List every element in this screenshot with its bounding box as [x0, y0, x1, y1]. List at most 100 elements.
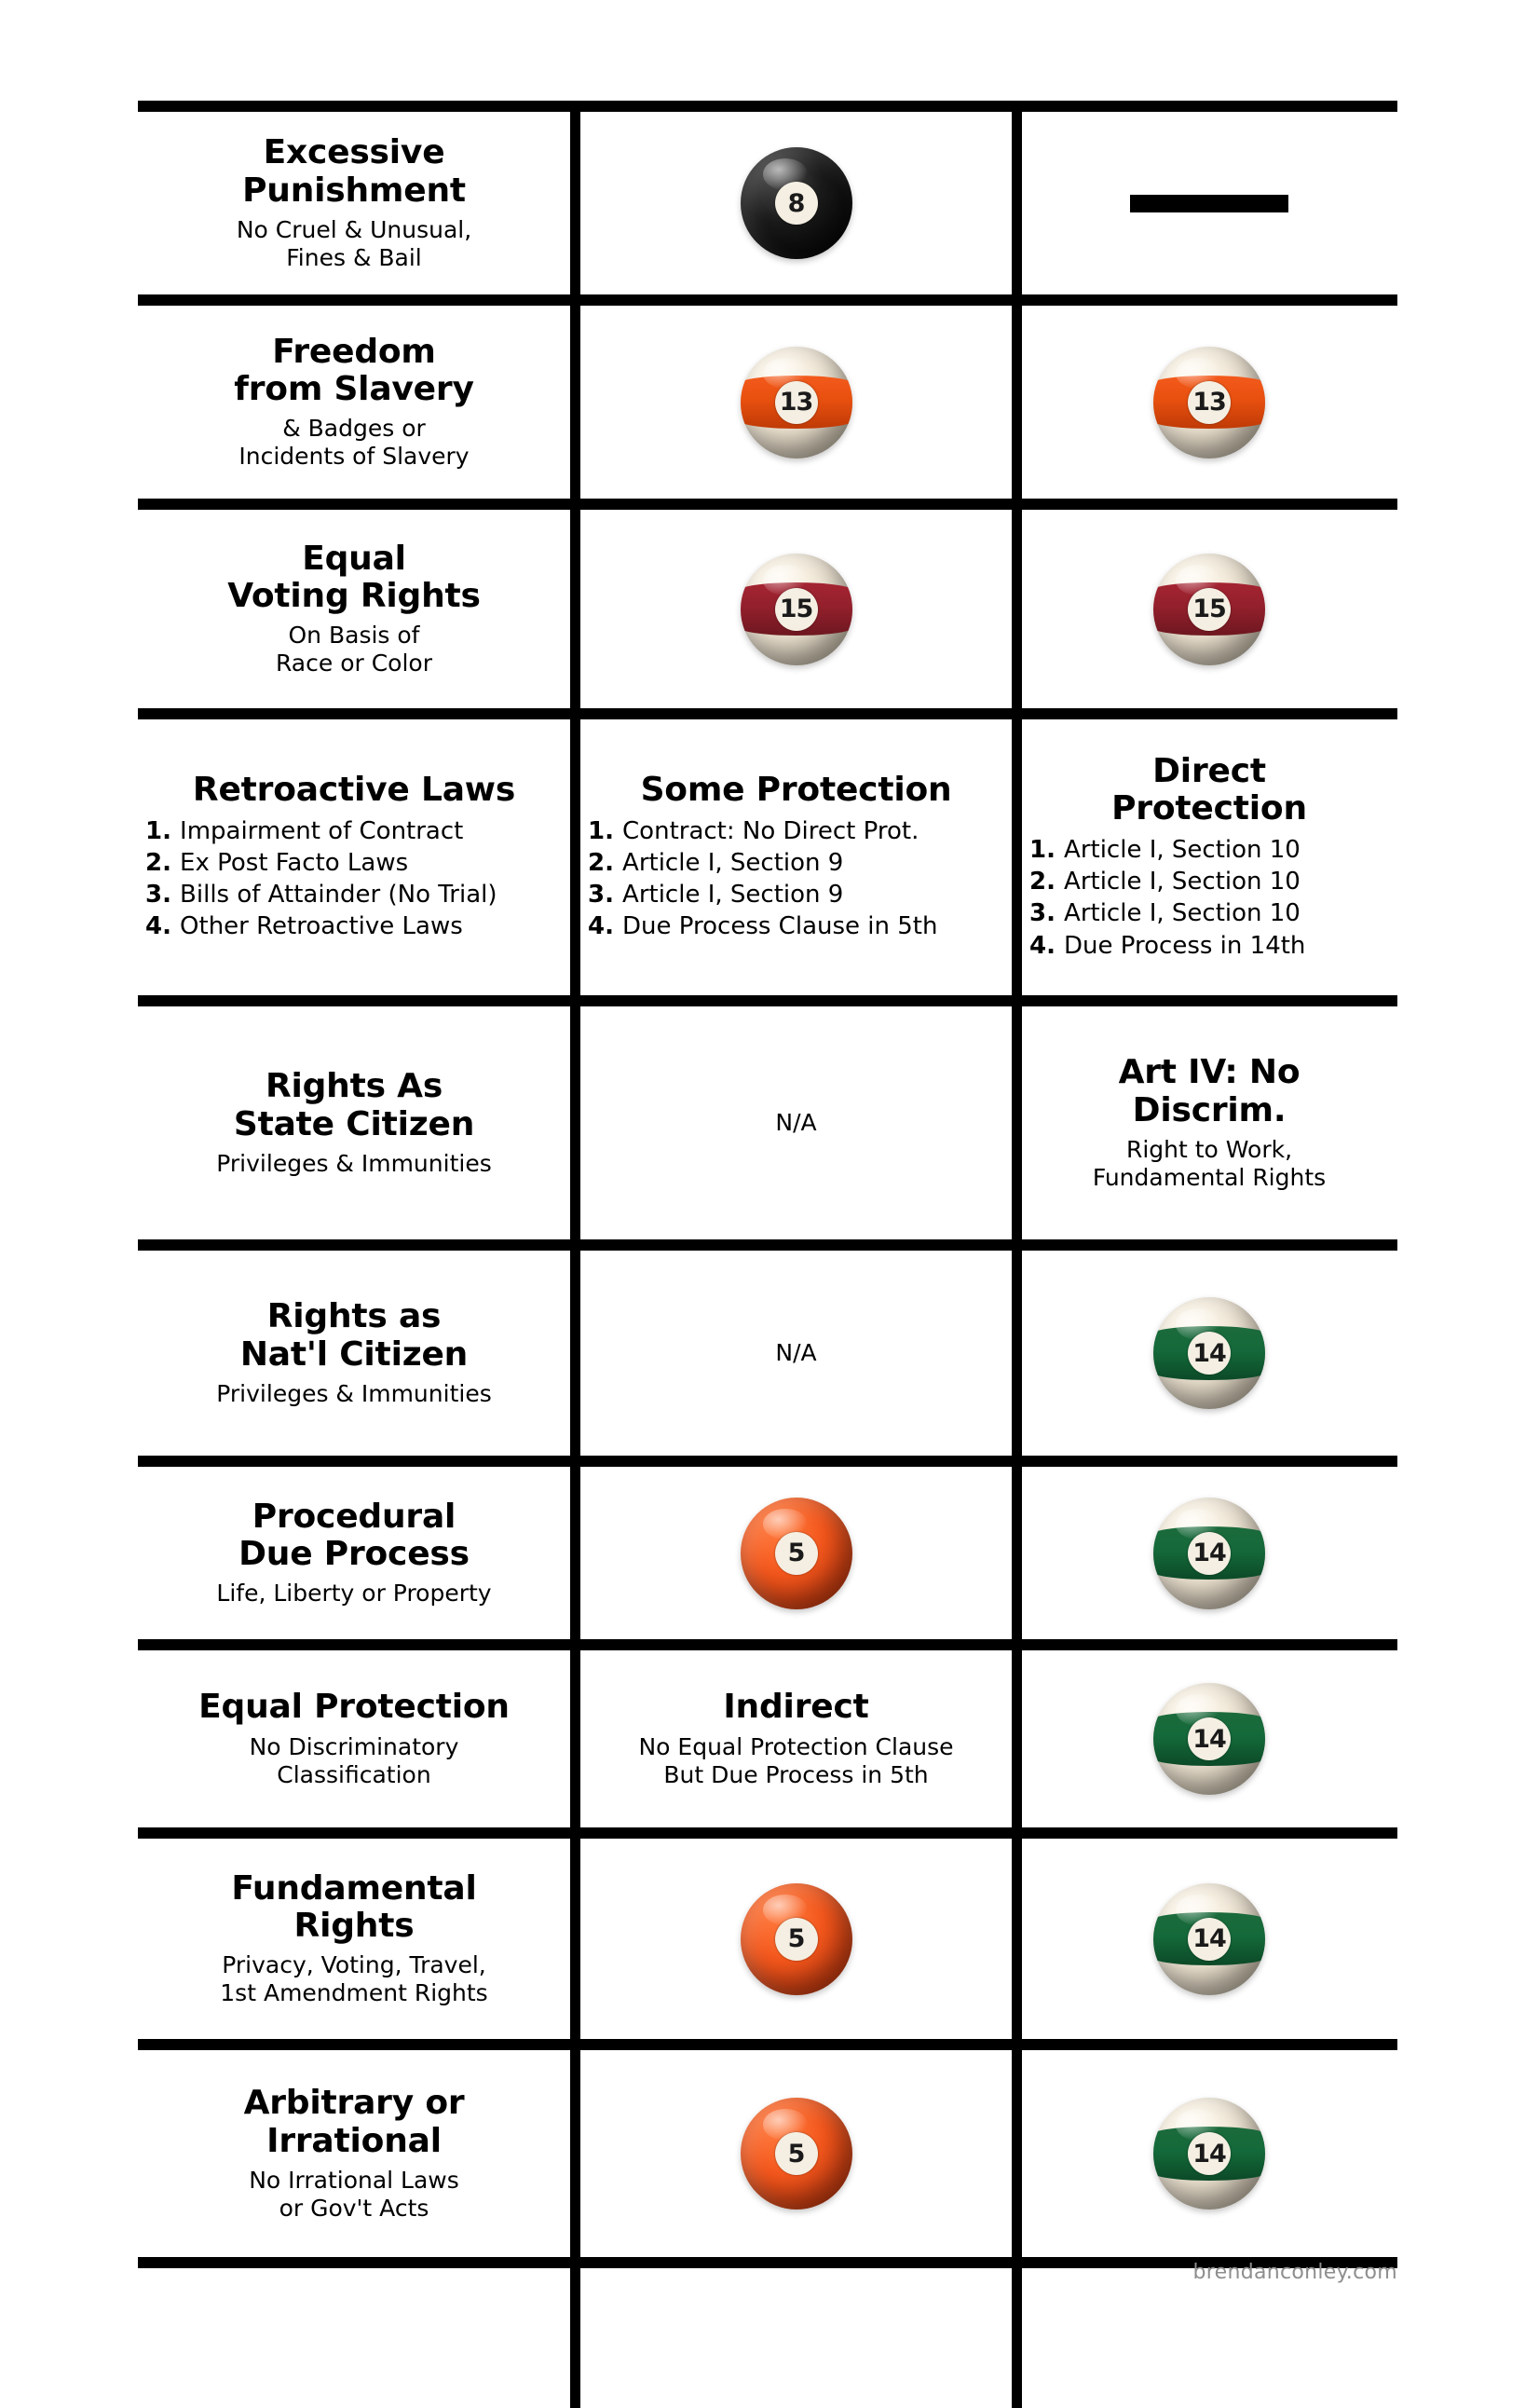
row-label-cell: Arbitrary or Irrational No Irrational Laws…	[138, 2050, 570, 2257]
row-label-cell: Freedom from Slavery & Badges or Incidents …	[138, 306, 570, 499]
billiard-ball-8-icon: 8	[740, 147, 852, 259]
cell-title: Excessive Punishment	[242, 133, 466, 210]
cell-title: Retroactive Laws	[192, 771, 516, 810]
middle-column-cell: Indirect No Equal Protection Clause But Du…	[570, 1650, 1012, 1827]
numbered-list: 1. Impairment of Contract 2. Ex Post Fact…	[145, 815, 563, 943]
ball-number-label: 5	[774, 1917, 818, 1961]
list-item: 4. Due Process Clause in 5th	[588, 910, 1004, 942]
table-rule	[138, 2039, 1397, 2050]
list-item-text: Due Process Clause in 5th	[622, 912, 938, 941]
table-rule	[138, 1239, 1397, 1251]
list-item: 3. Article I, Section 10	[1029, 897, 1389, 929]
billiard-ball-14-icon: 14	[1153, 1297, 1265, 1409]
table-rule	[138, 995, 1397, 1006]
row-label-cell: Equal Voting Rights On Basis of Race or Col…	[138, 510, 570, 708]
cell-block: Arbitrary or Irrational No Irrational Laws…	[145, 2085, 563, 2223]
row-label-cell: Excessive Punishment No Cruel & Unusual, Fi…	[138, 112, 570, 294]
cell-block: Excessive Punishment No Cruel & Unusual, Fi…	[145, 134, 563, 272]
table-rule	[138, 1827, 1397, 1839]
billiard-ball-5-icon: 5	[740, 1497, 852, 1609]
billiard-ball-14-icon: 14	[1153, 1882, 1265, 1995]
footer-label-cell	[138, 2268, 570, 2408]
row-label-cell: Rights as Nat'l Citizen Privileges & Immun…	[138, 1251, 570, 1456]
rights-comparison-table: Excessive Punishment No Cruel & Unusual, Fi…	[138, 101, 1397, 2408]
cell-subtitle: Right to Work, Fundamental Rights	[1092, 1135, 1327, 1191]
right-column-cell: 14	[1012, 1467, 1396, 1639]
cell-subtitle: Life, Liberty or Property	[216, 1580, 492, 1608]
billiard-ball-14-icon: 14	[1153, 1683, 1265, 1795]
billiard-ball-5-icon: 5	[740, 2098, 852, 2210]
billiard-ball-13-icon: 13	[740, 346, 852, 458]
ball-number-label: 14	[1188, 1332, 1231, 1375]
ball-number-label: 13	[1188, 380, 1231, 424]
row-label-cell: Rights As State Citizen Privileges & Immun…	[138, 1006, 570, 1239]
cell-block: Rights As State Citizen Privileges & Immun…	[145, 1068, 563, 1178]
watermark: brendanconley.com	[1192, 2261, 1397, 2284]
table-row: Equal Voting Rights On Basis of Race or Col…	[138, 510, 1397, 708]
list-item-number: 2.	[1029, 868, 1065, 896]
table-rule	[138, 294, 1397, 306]
table-rule	[138, 499, 1397, 510]
table-row: Rights as Nat'l Citizen Privileges & Immun…	[138, 1251, 1397, 1456]
table-rule	[138, 708, 1397, 719]
list-item-text: Article I, Section 10	[1064, 868, 1301, 896]
billiard-ball-5-icon: 5	[740, 1882, 852, 1995]
list-item-text: Other Retroactive Laws	[180, 912, 463, 941]
cell-title: Rights as Nat'l Citizen	[239, 1297, 469, 1374]
middle-column-cell: N/A	[570, 1251, 1012, 1456]
middle-column-cell: Some Protection 1. Contract: No Direct Pr…	[570, 719, 1012, 995]
list-item-text: Due Process in 14th	[1064, 931, 1306, 960]
table-row: Freedom from Slavery & Badges or Incidents …	[138, 306, 1397, 499]
cell-text: N/A	[775, 1109, 817, 1136]
right-column-cell	[1012, 112, 1396, 294]
cell-block: Freedom from Slavery & Badges or Incidents …	[145, 332, 563, 472]
cell-title: Freedom from Slavery	[234, 332, 474, 408]
table-footer-row	[138, 2268, 1397, 2408]
cell-block: Retroactive Laws 1. Impairment of Contrac…	[145, 771, 563, 943]
billiard-ball-15-icon: 15	[740, 553, 852, 665]
table-row: Retroactive Laws 1. Impairment of Contrac…	[138, 719, 1397, 995]
cell-text: N/A	[775, 1339, 817, 1366]
right-column-cell: Art IV: No Discrim. Right to Work, Fundamen…	[1012, 1006, 1396, 1239]
cell-title: Equal Protection	[198, 1688, 510, 1727]
right-column-cell: 13	[1012, 306, 1396, 499]
cell-subtitle: & Badges or Incidents of Slavery	[238, 415, 470, 471]
middle-column-cell: N/A	[570, 1006, 1012, 1239]
list-item: 4. Other Retroactive Laws	[145, 910, 563, 942]
ball-number-label: 14	[1188, 1531, 1231, 1575]
cell-title: Art IV: No Discrim.	[1118, 1053, 1301, 1129]
ball-number-label: 5	[774, 2132, 818, 2175]
ball-number-label: 14	[1188, 1717, 1231, 1760]
cell-title: Arbitrary or Irrational	[243, 2084, 465, 2160]
middle-column-cell: 5	[570, 2050, 1012, 2257]
comparison-chart-page: Excessive Punishment No Cruel & Unusual, Fi…	[0, 0, 1539, 2408]
cell-title: Procedural Due Process	[238, 1497, 470, 1573]
cell-subtitle: Privileges & Immunities	[216, 1149, 492, 1177]
list-item: 1. Impairment of Contract	[145, 815, 563, 847]
list-item: 2. Article I, Section 9	[588, 847, 1004, 879]
ball-number-label: 13	[774, 380, 818, 424]
list-item-text: Article I, Section 10	[1064, 899, 1301, 928]
ball-number-label: 14	[1188, 2132, 1231, 2175]
list-item-text: Article I, Section 9	[622, 848, 844, 877]
middle-column-cell: 5	[570, 1467, 1012, 1639]
right-column-cell: Direct Protection 1. Article I, Section 10…	[1012, 719, 1396, 995]
list-item-number: 4.	[588, 912, 623, 941]
list-item-text: Impairment of Contract	[180, 816, 464, 845]
list-item: 4. Due Process in 14th	[1029, 930, 1389, 962]
cell-block: Procedural Due Process Life, Liberty or Pr…	[145, 1498, 563, 1608]
table-row: Fundamental Rights Privacy, Voting, Travel…	[138, 1839, 1397, 2039]
middle-column-cell: 13	[570, 306, 1012, 499]
list-item-number: 1.	[145, 816, 181, 845]
cell-title: Fundamental Rights	[231, 1868, 477, 1945]
table-row: Arbitrary or Irrational No Irrational Laws…	[138, 2050, 1397, 2257]
list-item-number: 1.	[1029, 835, 1065, 864]
list-item: 2. Ex Post Facto Laws	[145, 847, 563, 879]
cell-block: Fundamental Rights Privacy, Voting, Travel…	[145, 1868, 563, 2008]
list-item-text: Bills of Attainder (No Trial)	[180, 881, 497, 910]
cell-subtitle: On Basis of Race or Color	[275, 622, 432, 677]
list-item-text: Contract: No Direct Prot.	[622, 816, 919, 845]
row-label-cell: Procedural Due Process Life, Liberty or Pr…	[138, 1467, 570, 1639]
list-item-number: 4.	[1029, 931, 1065, 960]
cell-block: Rights as Nat'l Citizen Privileges & Immun…	[145, 1298, 563, 1408]
